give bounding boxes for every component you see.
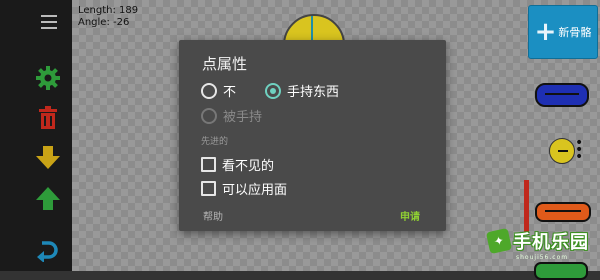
dialog-title: 点属性 [202,55,248,73]
advanced-section-label: 先进的 [201,137,229,147]
help-button[interactable]: 帮助 [203,208,223,223]
point-properties-dialog: 点属性 不 手持东西 被手持 先进的 看不见的 可以应用面 帮助 申请 [179,40,446,231]
figure-neck-bone[interactable] [311,16,313,42]
apply-button[interactable]: 申请 [400,208,420,223]
blue-bone-shape[interactable] [535,83,589,107]
length-readout: Length: 189 [78,5,139,16]
radio-held-indicator [201,107,217,124]
circle-shape[interactable] [549,138,575,164]
new-bone-label: 新骨骼 [558,26,592,39]
radio-none-indicator[interactable] [201,82,217,99]
radio-held: 被手持 [201,106,262,125]
gear-icon[interactable] [34,64,62,92]
red-bone-shape[interactable] [524,180,529,232]
orange-bone-shape[interactable] [535,202,591,222]
checkbox-invisible-box[interactable] [201,157,216,172]
watermark-logo: ✦ 手机乐园 [485,227,589,255]
arrow-down-icon[interactable] [34,144,62,172]
left-toolbar [0,0,72,271]
menu-icon[interactable] [37,8,65,36]
radio-none-label: 不 [223,85,237,100]
radio-holding[interactable]: 手持东西 [265,81,339,100]
plus-icon: + [534,17,557,47]
checkbox-face-applicable-label: 可以应用面 [222,183,288,198]
radio-none[interactable]: 不 [201,81,236,100]
radio-holding-indicator[interactable] [265,82,281,99]
checkbox-invisible-label: 看不见的 [222,159,275,174]
watermark-icon: ✦ [485,227,513,255]
checkbox-face-applicable-box[interactable] [201,181,216,196]
angle-readout: Angle: -26 [78,17,130,28]
checkbox-face-applicable[interactable]: 可以应用面 [201,179,287,198]
checkbox-invisible[interactable]: 看不见的 [201,155,274,174]
more-vert-icon[interactable]: • • • [575,136,583,164]
arrow-up-icon[interactable] [34,184,62,212]
green-bone-shape[interactable] [534,262,588,280]
watermark-text: 手机乐园 [513,232,589,253]
radio-held-label: 被手持 [223,110,263,125]
undo-icon[interactable] [34,236,62,264]
new-bone-button[interactable]: + 新骨骼 [528,5,598,59]
trash-icon[interactable] [34,104,62,132]
radio-holding-label: 手持东西 [287,85,340,100]
watermark-subtext: shouji56.com [516,254,569,261]
